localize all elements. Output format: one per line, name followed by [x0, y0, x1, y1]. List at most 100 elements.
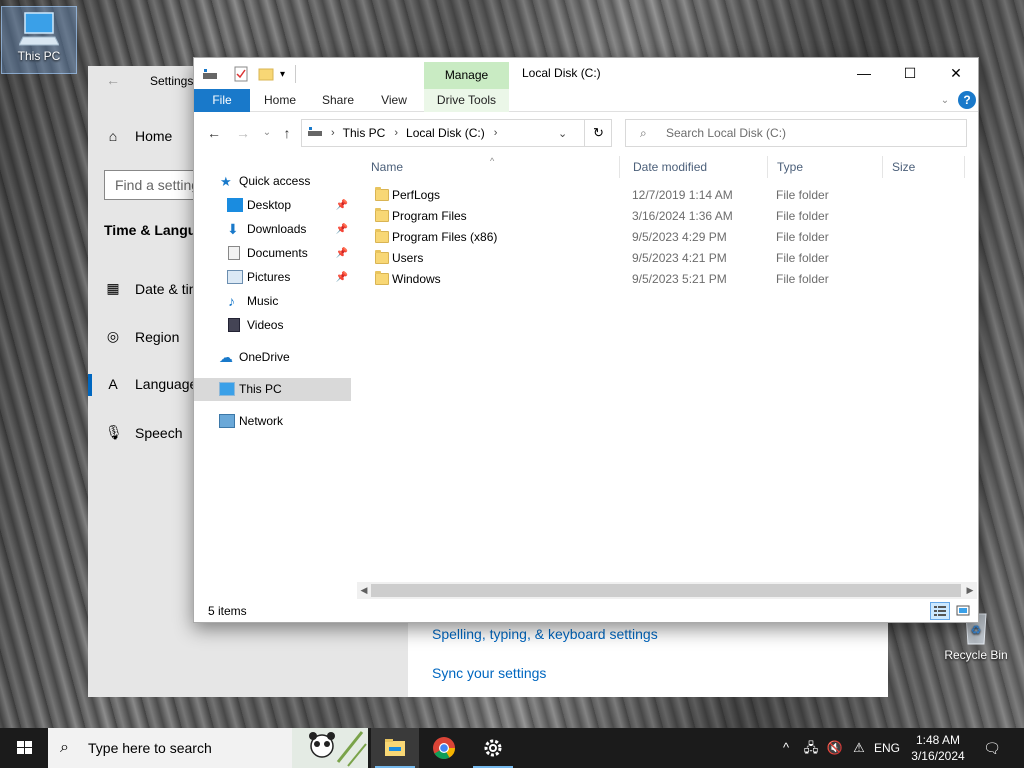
title-bar[interactable]: ▾ Manage Local Disk (C:) — ☐ ✕: [194, 58, 978, 89]
settings-nav-region[interactable]: ◎ Region: [105, 328, 179, 345]
search-highlight-panda-icon: [292, 728, 368, 768]
input-language-indicator[interactable]: ENG: [872, 728, 902, 768]
back-button[interactable]: ←: [204, 122, 224, 144]
file-row[interactable]: Windows 9/5/2023 5:21 PM File folder: [362, 269, 962, 290]
nav-label: Downloads: [247, 222, 307, 236]
show-hidden-icons-chevron-icon[interactable]: ^: [776, 728, 796, 768]
notifications-icon[interactable]: 🗨: [980, 728, 1004, 768]
tab-share[interactable]: Share: [310, 89, 366, 112]
scroll-right-arrow-icon[interactable]: ▶: [963, 582, 977, 599]
window-title: Local Disk (C:): [522, 66, 601, 80]
details-view-button[interactable]: [930, 602, 950, 620]
manage-context-tab[interactable]: Manage: [424, 62, 509, 89]
nav-network[interactable]: Network: [194, 410, 351, 433]
nav-onedrive[interactable]: ☁ OneDrive: [194, 346, 351, 369]
properties-qat-icon[interactable]: [234, 65, 248, 83]
taskbar-clock[interactable]: 1:48 AM 3/16/2024: [904, 732, 972, 764]
back-arrow-icon[interactable]: ←: [106, 72, 120, 88]
music-note-icon: ♪: [228, 293, 235, 309]
start-button[interactable]: [0, 728, 48, 768]
recent-locations-dropdown-icon[interactable]: ⌄: [257, 122, 277, 144]
settings-nav-speech[interactable]: 🎙 Speech: [105, 424, 182, 441]
nav-downloads[interactable]: ⬇ Downloads 📌: [194, 218, 351, 241]
star-icon: ★: [220, 174, 232, 189]
breadcrumb-this-pc[interactable]: This PC: [343, 126, 386, 140]
refresh-button[interactable]: ↻: [584, 120, 612, 146]
forward-button[interactable]: →: [233, 122, 253, 144]
customize-qat-dropdown-icon[interactable]: ▾: [280, 65, 285, 83]
file-row[interactable]: Program Files 3/16/2024 1:36 AM File fol…: [362, 206, 962, 227]
nav-music[interactable]: ♪ Music: [194, 290, 351, 313]
drive-small-icon: [202, 65, 218, 83]
sync-settings-link[interactable]: Sync your settings: [432, 665, 546, 681]
nav-this-pc[interactable]: This PC: [194, 378, 351, 401]
settings-content-pane: Spelling, typing, & keyboard settings Sy…: [408, 622, 888, 697]
tab-drive-tools[interactable]: Drive Tools: [424, 89, 509, 112]
nav-desktop[interactable]: Desktop 📌: [194, 194, 351, 217]
large-icons-view-button[interactable]: [953, 602, 973, 620]
search-input[interactable]: ⌕ Search Local Disk (C:): [625, 119, 967, 147]
column-header-type[interactable]: Type: [768, 156, 883, 178]
new-folder-qat-icon[interactable]: [258, 65, 274, 83]
pin-icon[interactable]: 📌: [336, 194, 348, 217]
pin-icon[interactable]: 📌: [336, 218, 348, 241]
settings-title: Settings: [150, 74, 194, 88]
breadcrumb-local-disk[interactable]: Local Disk (C:): [406, 126, 485, 140]
file-row[interactable]: Program Files (x86) 9/5/2023 4:29 PM Fil…: [362, 227, 962, 248]
taskbar-chrome[interactable]: [420, 728, 468, 768]
language-icon: A: [108, 376, 118, 392]
action-alert-tray-icon[interactable]: ⚠: [848, 728, 870, 768]
nav-label: Documents: [247, 246, 308, 260]
column-header-name[interactable]: Name ^: [362, 156, 620, 178]
nav-documents[interactable]: Documents 📌: [194, 242, 351, 265]
file-type: File folder: [776, 188, 829, 202]
taskbar-file-explorer[interactable]: [371, 728, 419, 768]
tab-file[interactable]: File: [194, 89, 250, 112]
network-tray-icon[interactable]: 🖧: [800, 728, 822, 768]
pin-icon[interactable]: 📌: [336, 266, 348, 289]
search-icon: ⌕: [60, 739, 69, 756]
up-button[interactable]: ↑: [277, 122, 297, 144]
file-explorer-window: ▾ Manage Local Disk (C:) — ☐ ✕ File Home…: [193, 57, 979, 623]
recycle-bin-desktop-label: Recycle Bin: [944, 648, 1008, 662]
file-date: 12/7/2019 1:14 AM: [632, 188, 733, 202]
file-row[interactable]: PerfLogs 12/7/2019 1:14 AM File folder: [362, 185, 962, 206]
minimize-button[interactable]: —: [841, 58, 887, 88]
file-name: Users: [392, 251, 424, 265]
tab-home[interactable]: Home: [252, 89, 308, 112]
chrome-icon: [433, 737, 455, 759]
column-header-size[interactable]: Size: [883, 156, 965, 178]
file-name: Windows: [392, 272, 441, 286]
nav-quick-access[interactable]: ★ Quick access: [194, 170, 351, 193]
taskbar-settings[interactable]: [469, 728, 517, 768]
maximize-button[interactable]: ☐: [887, 58, 933, 88]
settings-nav-home[interactable]: ⌂ Home: [105, 128, 173, 144]
search-icon: ⌕: [640, 126, 647, 140]
scroll-left-arrow-icon[interactable]: ◀: [357, 582, 371, 599]
nav-label: Music: [247, 294, 279, 308]
horizontal-scrollbar[interactable]: ◀ ▶: [357, 582, 977, 599]
find-setting-input[interactable]: Find a setting: [104, 170, 204, 200]
column-header-date[interactable]: Date modified: [624, 156, 768, 178]
large-icons-view-icon: [956, 605, 970, 616]
address-bar[interactable]: › This PC › Local Disk (C:) › ⌄: [301, 119, 612, 147]
qat-divider: [295, 65, 296, 83]
scrollbar-thumb[interactable]: [371, 584, 961, 597]
nav-pictures[interactable]: Pictures 📌: [194, 266, 351, 289]
settings-nav-language[interactable]: A Language: [105, 376, 197, 392]
address-history-chevron-icon[interactable]: ⌄: [558, 127, 567, 140]
taskbar-search-box[interactable]: ⌕ Type here to search: [48, 728, 368, 768]
expand-ribbon-chevron-icon[interactable]: ⌄: [936, 89, 954, 112]
nav-videos[interactable]: Videos: [194, 314, 351, 337]
spelling-typing-link[interactable]: Spelling, typing, & keyboard settings: [432, 626, 658, 642]
this-pc-desktop-icon[interactable]: This PC: [1, 6, 77, 74]
close-button[interactable]: ✕: [933, 58, 979, 88]
tab-view[interactable]: View: [366, 89, 422, 112]
sort-up-icon: ^: [490, 156, 495, 166]
folder-icon: [375, 208, 389, 222]
file-row[interactable]: Users 9/5/2023 4:21 PM File folder: [362, 248, 962, 269]
volume-muted-icon[interactable]: 🔇: [824, 728, 846, 768]
pin-icon[interactable]: 📌: [336, 242, 348, 265]
file-name: Program Files: [392, 209, 467, 223]
help-icon[interactable]: ?: [958, 91, 976, 109]
